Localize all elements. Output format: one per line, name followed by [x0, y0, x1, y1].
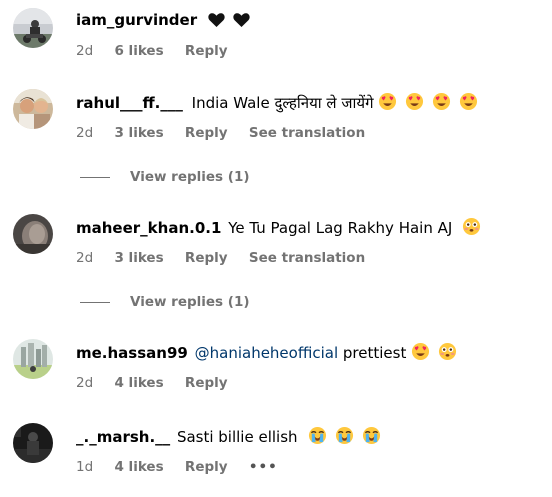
avatar[interactable]	[13, 339, 53, 379]
comment-body: rahul___ff.___ India Wale दुल्हनिया ले ज…	[76, 92, 478, 113]
likes-count[interactable]: 4 likes	[114, 375, 163, 391]
reply-button[interactable]: Reply	[185, 125, 228, 141]
comment-time: 2d	[76, 125, 94, 141]
comment-time: 2d	[76, 43, 94, 59]
reply-button[interactable]: Reply	[185, 375, 228, 391]
heart-eyes-icon	[378, 92, 397, 111]
comment-body: _._marsh.__ Sasti billie ellish	[76, 426, 381, 447]
flushed-face-icon	[438, 342, 457, 361]
comment-text: Ye Tu Pagal Lag Rakhy Hain AJ	[228, 219, 453, 237]
comment-body: me.hassan99 @haniaheheofficial prettiest	[76, 342, 457, 363]
view-replies-button[interactable]: View replies (1)	[80, 293, 250, 311]
comment-time: 1d	[76, 459, 94, 475]
black-heart-icon	[208, 12, 225, 28]
more-options-icon[interactable]: •••	[249, 458, 278, 476]
reply-button[interactable]: Reply	[185, 250, 228, 266]
comment-username[interactable]: iam_gurvinder	[76, 11, 197, 29]
comment-username[interactable]: rahul___ff.___	[76, 94, 183, 112]
comment-meta: 2d 3 likes Reply See translation	[76, 124, 382, 142]
comment-username[interactable]: me.hassan99	[76, 344, 188, 362]
heart-eyes-icon	[459, 92, 478, 111]
flushed-face-icon	[462, 217, 481, 236]
see-translation-link[interactable]: See translation	[249, 125, 365, 141]
avatar[interactable]	[13, 423, 53, 463]
comment-text: prettiest	[342, 344, 407, 362]
comment-meta: 2d 6 likes Reply	[76, 42, 245, 60]
black-heart-icon	[233, 12, 250, 28]
crying-face-icon	[308, 426, 327, 445]
replies-divider	[80, 301, 110, 303]
likes-count[interactable]: 6 likes	[114, 43, 163, 59]
likes-count[interactable]: 4 likes	[114, 459, 163, 475]
comment-username[interactable]: _._marsh.__	[76, 428, 170, 446]
heart-eyes-icon	[411, 342, 430, 361]
comment-username[interactable]: maheer_khan.0.1	[76, 219, 221, 237]
heart-eyes-icon	[405, 92, 424, 111]
likes-count[interactable]: 3 likes	[114, 250, 163, 266]
comment-text: Sasti billie ellish	[176, 428, 298, 446]
reply-button[interactable]: Reply	[185, 43, 228, 59]
view-replies-label: View replies (1)	[130, 169, 250, 185]
comment-time: 2d	[76, 375, 94, 391]
heart-eyes-icon	[432, 92, 451, 111]
see-translation-link[interactable]: See translation	[249, 250, 365, 266]
comment-mention[interactable]: @haniaheheofficial	[195, 344, 339, 362]
reply-button[interactable]: Reply	[185, 459, 228, 475]
replies-divider	[80, 176, 110, 178]
avatar[interactable]	[13, 8, 53, 48]
avatar[interactable]	[13, 89, 53, 129]
likes-count[interactable]: 3 likes	[114, 125, 163, 141]
comment-text: India Wale दुल्हनिया ले जायेंगे	[191, 94, 374, 112]
comment-meta: 2d 3 likes Reply See translation	[76, 249, 382, 267]
view-replies-button[interactable]: View replies (1)	[80, 168, 250, 186]
comment-body: maheer_khan.0.1 Ye Tu Pagal Lag Rakhy Ha…	[76, 217, 481, 238]
comment-body: iam_gurvinder	[76, 10, 250, 30]
crying-face-icon	[362, 426, 381, 445]
comment-meta: 2d 4 likes Reply	[76, 374, 245, 392]
comment-time: 2d	[76, 250, 94, 266]
avatar[interactable]	[13, 214, 53, 254]
crying-face-icon	[335, 426, 354, 445]
view-replies-label: View replies (1)	[130, 294, 250, 310]
comment-meta: 1d 4 likes Reply •••	[76, 458, 295, 476]
